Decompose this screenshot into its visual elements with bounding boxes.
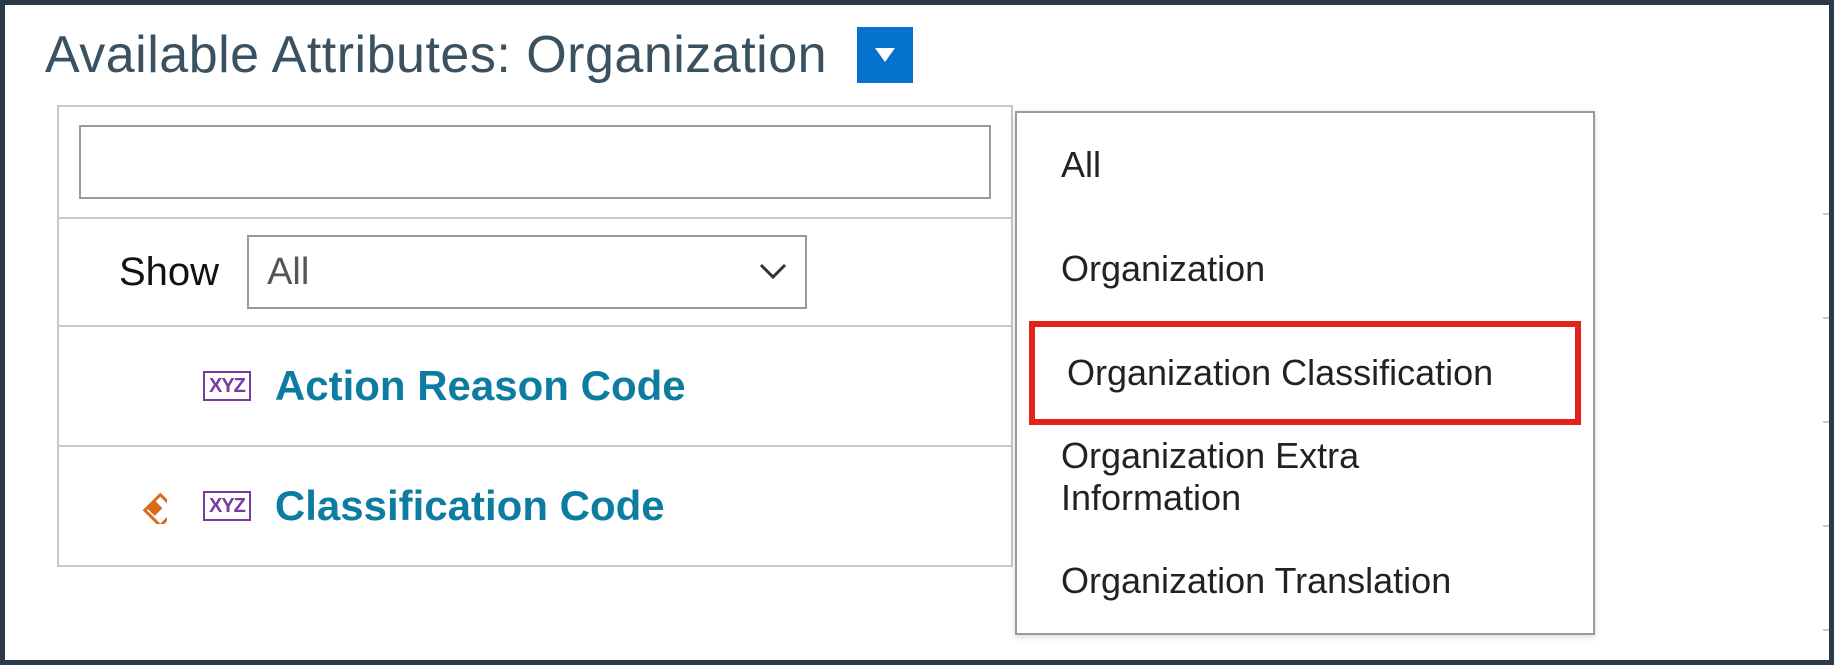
show-filter-value: All — [267, 251, 309, 294]
attribute-scope-dropdown: All Organization Organization Classifica… — [1015, 111, 1595, 635]
attributes-panel: Show All XYZ Action Reason Code XYZ Clas… — [57, 105, 1013, 567]
dropdown-item-organization-extra-information[interactable]: Organization Extra Information — [1017, 425, 1593, 529]
dropdown-item-organization[interactable]: Organization — [1017, 217, 1593, 321]
type-text-icon: XYZ — [203, 371, 251, 401]
panel-title: Available Attributes: Organization — [45, 25, 827, 85]
attribute-link[interactable]: Classification Code — [275, 482, 665, 530]
attribute-link[interactable]: Action Reason Code — [275, 362, 686, 410]
show-filter-select[interactable]: All — [247, 235, 807, 309]
attribute-search-input[interactable] — [79, 125, 991, 199]
dropdown-item-organization-translation[interactable]: Organization Translation — [1017, 529, 1593, 633]
dropdown-item-organization-classification[interactable]: Organization Classification — [1029, 321, 1581, 425]
show-label: Show — [119, 250, 219, 295]
attribute-scope-dropdown-trigger[interactable] — [857, 27, 913, 83]
dropdown-item-all[interactable]: All — [1017, 113, 1593, 217]
chevron-down-icon — [759, 263, 787, 281]
caret-down-icon — [875, 48, 895, 62]
type-text-icon: XYZ — [203, 491, 251, 521]
right-edge-ticks — [1823, 111, 1829, 631]
attribute-row[interactable]: XYZ Action Reason Code — [59, 325, 1011, 445]
attribute-row[interactable]: XYZ Classification Code — [59, 445, 1011, 565]
key-attribute-icon — [131, 488, 167, 524]
